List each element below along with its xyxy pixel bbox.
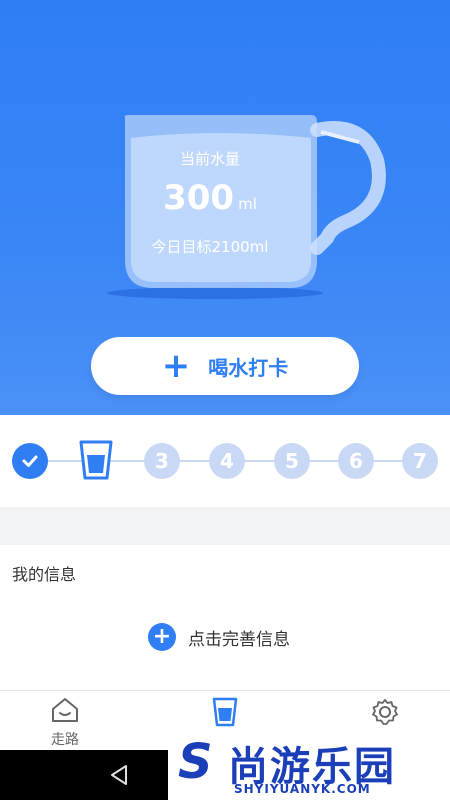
plus-icon: + [161, 346, 191, 386]
drink-checkin-button[interactable]: + 喝水打卡 [91, 337, 359, 395]
watermark-url: SHYIYUANYK.COM [234, 782, 371, 796]
amount-value: 300 [163, 178, 235, 218]
tab-settings[interactable] [355, 697, 415, 731]
checkin-progress: 3 4 5 6 7 [0, 415, 450, 507]
water-glass-active-icon [212, 697, 238, 727]
tab-walk[interactable]: 走路 [35, 697, 95, 749]
watermark-s-mark: S [178, 734, 213, 790]
daily-goal-label: 今日目标2100ml [151, 238, 269, 256]
step-3[interactable]: 3 [144, 443, 180, 479]
my-info-title: 我的信息 [12, 565, 77, 584]
complete-info-button[interactable]: + 点击完善信息 [148, 623, 290, 651]
gear-icon [372, 699, 398, 725]
back-triangle-icon[interactable] [106, 763, 132, 787]
add-circle-icon: + [148, 623, 176, 651]
water-glass-icon [79, 440, 113, 480]
step-4[interactable]: 4 [209, 443, 245, 479]
amount-unit: ml [238, 195, 257, 213]
section-divider [0, 507, 450, 545]
tab-walk-label: 走路 [51, 732, 79, 748]
check-icon [22, 455, 38, 467]
complete-info-label: 点击完善信息 [188, 629, 290, 650]
current-water-amount: 300 ml [120, 178, 300, 218]
step-7[interactable]: 7 [402, 443, 438, 479]
step-6[interactable]: 6 [338, 443, 374, 479]
tab-water[interactable] [195, 697, 255, 731]
checkin-label: 喝水打卡 [208, 355, 289, 380]
step-done-check-icon[interactable] [12, 443, 48, 479]
current-water-label: 当前水量 [179, 150, 240, 168]
home-smile-icon [52, 698, 78, 722]
my-info-section: 我的信息 + 点击完善信息 [0, 545, 450, 690]
watermark-logo: S 尚游乐园 SHYIYUANYK.COM [168, 730, 450, 800]
step-5[interactable]: 5 [274, 443, 310, 479]
step-current-cup-icon[interactable] [78, 439, 114, 481]
hero-section: 当前水量 300 ml 今日目标2100ml + 喝水打卡 [0, 0, 450, 415]
